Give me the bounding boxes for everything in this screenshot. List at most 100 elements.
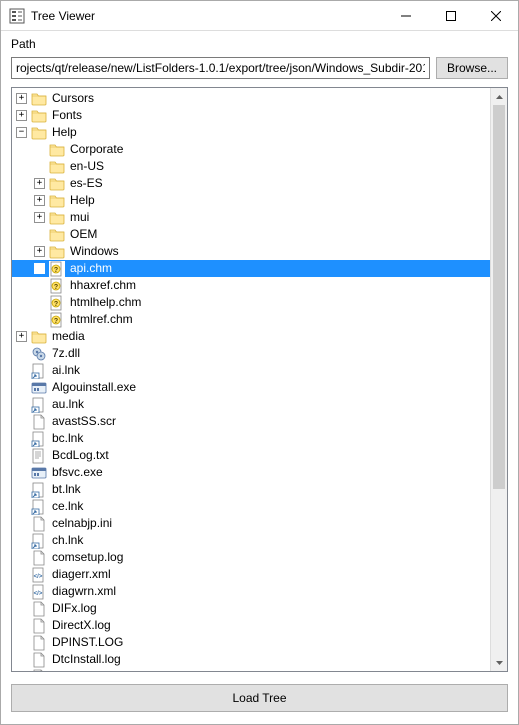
tree-node-label: hhaxref.chm <box>68 277 138 294</box>
tree-node[interactable]: ai.lnk <box>12 362 490 379</box>
folder-icon <box>49 210 65 226</box>
tree-node[interactable]: bc.lnk <box>12 430 490 447</box>
tree-container: +Cursors+Fonts−HelpCorporateen-US+es-ES+… <box>11 87 508 672</box>
path-input[interactable] <box>11 57 430 79</box>
tree-node[interactable]: en-US <box>12 158 490 175</box>
tree-node[interactable]: −Help <box>12 124 490 141</box>
minimize-button[interactable] <box>383 1 428 30</box>
tree-node[interactable]: ?htmlref.chm <box>12 311 490 328</box>
scrollbar-track[interactable] <box>491 105 507 654</box>
expander-icon <box>16 467 27 478</box>
load-tree-button[interactable]: Load Tree <box>11 684 508 712</box>
tree-node[interactable]: +Cursors <box>12 90 490 107</box>
browse-button[interactable]: Browse... <box>436 57 508 79</box>
scroll-up-button[interactable] <box>491 88 508 105</box>
tree-node[interactable]: ?hhaxref.chm <box>12 277 490 294</box>
expander-icon <box>34 144 45 155</box>
file-icon <box>31 516 47 532</box>
file-icon <box>31 635 47 651</box>
vertical-scrollbar[interactable] <box>490 88 507 671</box>
tree-node-label: ce.lnk <box>50 498 85 515</box>
expander-icon[interactable]: + <box>34 178 45 189</box>
tree-node-label: 7z.dll <box>50 345 82 362</box>
expander-icon <box>16 348 27 359</box>
tree-node-label: BcdLog.txt <box>50 447 111 464</box>
expander-icon[interactable]: + <box>34 246 45 257</box>
tree-node-label: comsetup.log <box>50 549 125 566</box>
lnk-icon <box>31 363 47 379</box>
file-icon <box>31 601 47 617</box>
tree-node[interactable]: </> diagwrn.xml <box>12 583 490 600</box>
folder-icon <box>49 159 65 175</box>
svg-text:?: ? <box>54 267 58 274</box>
tree-node[interactable]: +mui <box>12 209 490 226</box>
tree-view[interactable]: +Cursors+Fonts−HelpCorporateen-US+es-ES+… <box>12 88 490 671</box>
tree-node[interactable]: DPINST.LOG <box>12 634 490 651</box>
tree-node[interactable]: bfsvc.exe <box>12 464 490 481</box>
chm-icon: ? <box>49 261 65 277</box>
tree-node[interactable]: BcdLog.txt <box>12 447 490 464</box>
tree-node[interactable]: DtcInstall.log <box>12 651 490 668</box>
expander-icon[interactable]: + <box>16 331 27 342</box>
expander-icon[interactable]: + <box>34 212 45 223</box>
svg-text:</>: </> <box>34 591 43 597</box>
expander-icon[interactable]: + <box>16 110 27 121</box>
file-icon <box>31 550 47 566</box>
tree-node[interactable]: bt.lnk <box>12 481 490 498</box>
tree-node[interactable]: + media <box>12 328 490 345</box>
folder-icon <box>31 125 47 141</box>
close-button[interactable] <box>473 1 518 30</box>
xml-icon: </> <box>31 567 47 583</box>
chm-icon: ? <box>49 312 65 328</box>
tree-node-label: en-US <box>68 158 106 175</box>
tree-node[interactable]: Corporate <box>12 141 490 158</box>
tree-node[interactable]: ?htmlhelp.chm <box>12 294 490 311</box>
tree-node[interactable]: DIFx.log <box>12 600 490 617</box>
tree-node[interactable]: +es-ES <box>12 175 490 192</box>
chm-icon: ? <box>49 278 65 294</box>
tree-node[interactable]: Algouinstall.exe <box>12 379 490 396</box>
expander-icon <box>16 450 27 461</box>
tree-node-label: diagwrn.xml <box>50 583 118 600</box>
tree-node[interactable]: +Windows <box>12 243 490 260</box>
expander-icon <box>16 586 27 597</box>
tree-node[interactable]: EPMBatch.ept <box>12 668 490 671</box>
expander-icon[interactable]: − <box>16 127 27 138</box>
tree-node[interactable]: ce.lnk <box>12 498 490 515</box>
tree-node[interactable]: + Fonts <box>12 107 490 124</box>
folder-icon <box>49 176 65 192</box>
tree-node[interactable]: +Help <box>12 192 490 209</box>
tree-node[interactable]: comsetup.log <box>12 549 490 566</box>
tree-node[interactable]: OEM <box>12 226 490 243</box>
expander-icon[interactable]: + <box>16 93 27 104</box>
maximize-button[interactable] <box>428 1 473 30</box>
tree-node-label: Fonts <box>50 107 84 124</box>
folder-icon <box>49 227 65 243</box>
tree-node-label: bt.lnk <box>50 481 83 498</box>
expander-icon <box>16 365 27 376</box>
tree-node[interactable]: 7z.dll <box>12 345 490 362</box>
expander-icon[interactable]: + <box>34 195 45 206</box>
tree-node[interactable]: ch.lnk <box>12 532 490 549</box>
tree-node[interactable]: ?api.chm <box>12 260 490 277</box>
lnk-icon <box>31 533 47 549</box>
tree-node[interactable]: avastSS.scr <box>12 413 490 430</box>
folder-icon <box>49 142 65 158</box>
tree-node[interactable]: celnabjp.ini <box>12 515 490 532</box>
tree-node-label: media <box>50 328 87 345</box>
scrollbar-thumb[interactable] <box>493 105 505 489</box>
dll-icon <box>31 346 47 362</box>
svg-text:?: ? <box>54 318 58 325</box>
exe-icon <box>31 380 47 396</box>
titlebar-left: Tree Viewer <box>1 8 95 24</box>
scroll-down-button[interactable] <box>491 654 508 671</box>
tree-node[interactable]: DirectX.log <box>12 617 490 634</box>
tree-node[interactable]: au.lnk <box>12 396 490 413</box>
expander-icon <box>34 161 45 172</box>
chm-icon: ? <box>49 295 65 311</box>
expander-icon <box>34 263 45 274</box>
tree-node[interactable]: </>diagerr.xml <box>12 566 490 583</box>
expander-icon <box>16 637 27 648</box>
expander-icon <box>16 518 27 529</box>
lnk-icon <box>31 482 47 498</box>
